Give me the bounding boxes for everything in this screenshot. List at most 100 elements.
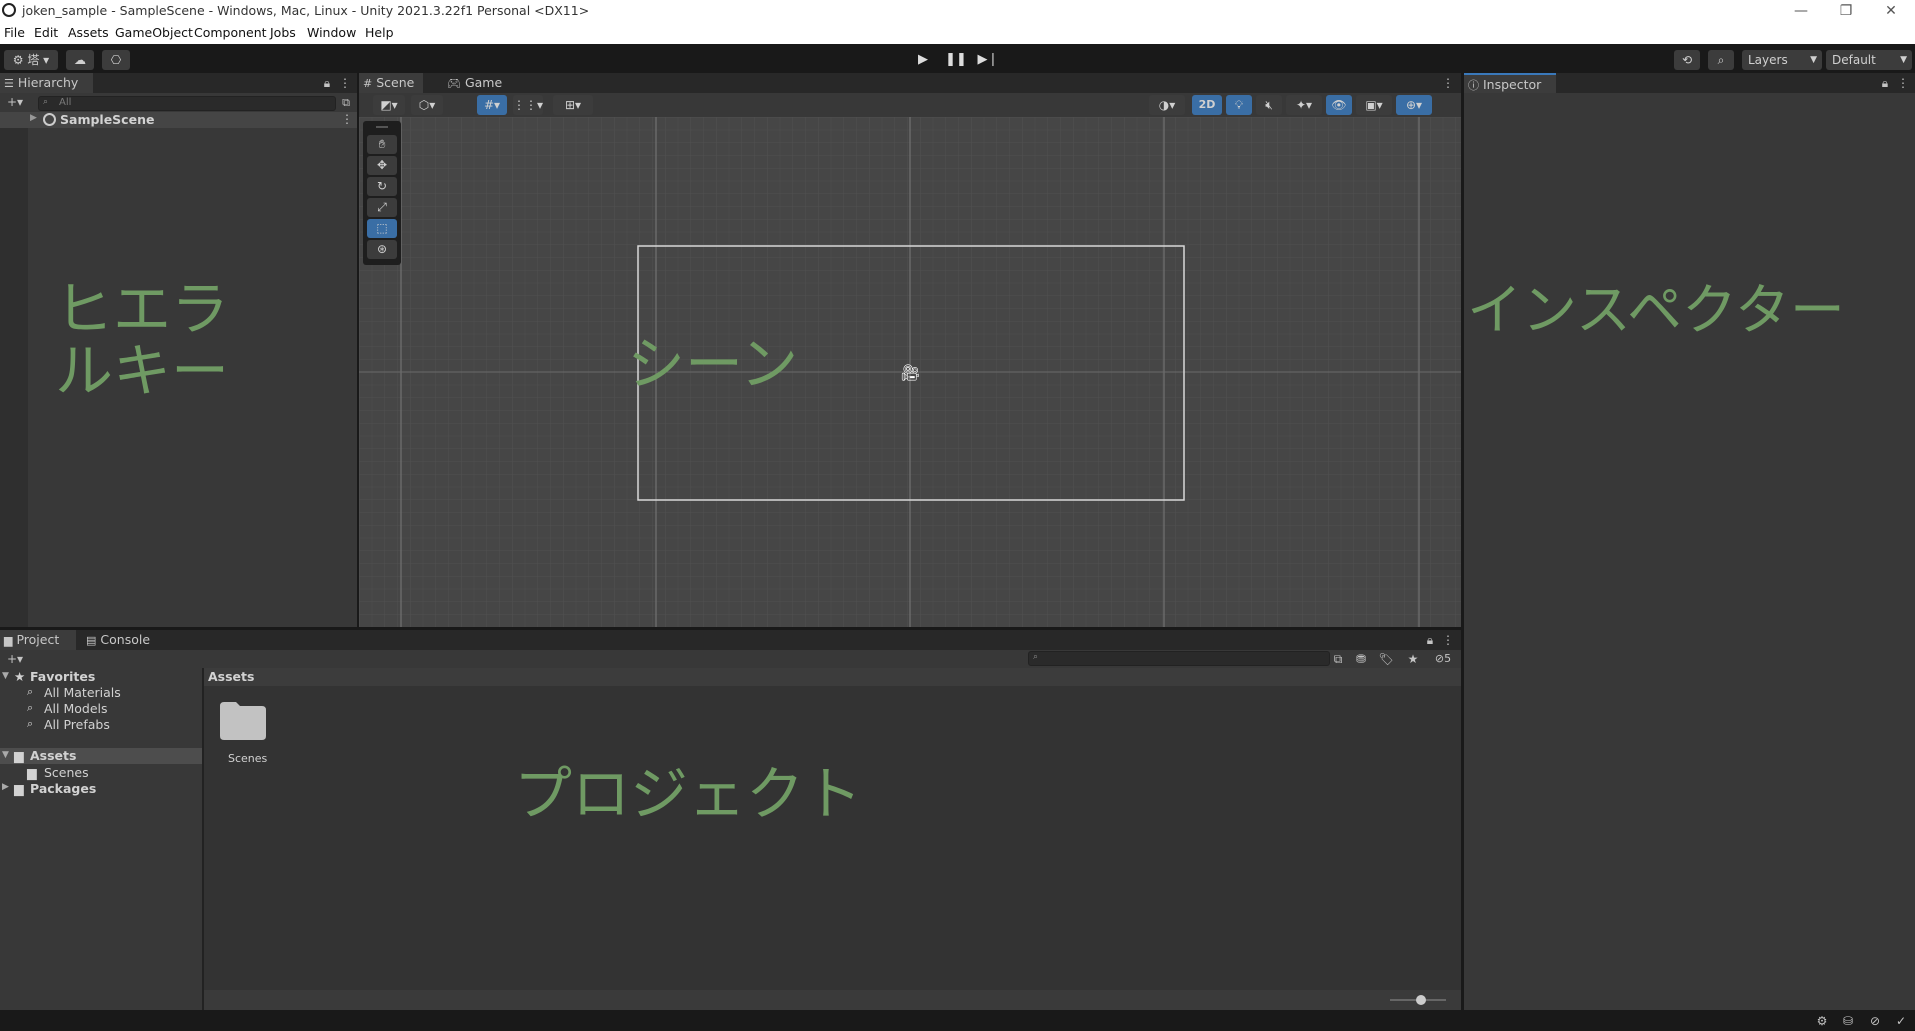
grid-toggle-icon[interactable]: #▾ [477, 95, 507, 115]
palette-grip[interactable] [376, 126, 388, 128]
shading-dropdown[interactable]: ◑▾ [1149, 95, 1185, 115]
move-tool-icon[interactable]: ✥ [367, 156, 397, 175]
menu-edit[interactable]: Edit [34, 25, 58, 40]
minimize-button[interactable]: — [1778, 0, 1824, 22]
favorite-star-icon[interactable]: ★ [1404, 650, 1422, 668]
search-icon[interactable]: ⌕ [1708, 50, 1734, 70]
lock-icon[interactable]: 🔒︎ [1421, 631, 1439, 649]
assets-tree-row[interactable]: ▼ ▆ Assets [0, 748, 202, 764]
menu-help[interactable]: Help [365, 25, 394, 40]
hierarchy-overlay-line2: ルキー [55, 337, 230, 405]
auto-generate-lighting-icon[interactable]: ⊘ [1866, 1012, 1884, 1030]
transform-tool-icon[interactable]: ⊛ [367, 240, 397, 259]
layout-label: Default [1832, 53, 1876, 67]
pause-icon[interactable]: ❚❚ [943, 49, 969, 71]
lock-icon[interactable]: 🔒︎ [1876, 74, 1894, 92]
add-object-button[interactable]: +▾ [2, 93, 28, 111]
progress-check-icon[interactable]: ✓ [1892, 1012, 1910, 1030]
hand-tool-icon[interactable]: ✋︎ [367, 135, 397, 154]
star-icon: ★ [14, 669, 26, 684]
favorite-item[interactable]: All Materials [44, 685, 121, 700]
scene-overlay-label: シーン [627, 330, 799, 398]
packages-tree-item[interactable]: Packages [30, 781, 96, 796]
layout-dropdown[interactable]: Default ▼ [1826, 50, 1912, 70]
filter-by-label-icon[interactable]: 🏷︎ [1377, 650, 1395, 668]
step-icon[interactable]: ▶❘ [975, 49, 1001, 71]
account-dropdown[interactable]: ⚙ 塔 ▾ [4, 50, 58, 70]
tab-hierarchy[interactable]: ☰ Hierarchy [0, 73, 93, 93]
kebab-menu-icon[interactable]: ⋮ [1439, 631, 1457, 649]
create-asset-button[interactable]: +▾ [2, 650, 28, 668]
bug-icon[interactable]: ⚙ [1813, 1012, 1831, 1030]
expand-arrow-icon[interactable]: ▼ [2, 750, 9, 760]
collab-icon[interactable]: ⎔ [102, 50, 130, 70]
search-options-icon[interactable]: ⧉ [337, 94, 355, 112]
menu-file[interactable]: File [4, 25, 25, 40]
kebab-menu-icon[interactable]: ⋮ [1894, 74, 1912, 92]
gizmos-dropdown[interactable]: ⊕▾ [1396, 95, 1432, 115]
camera-dropdown[interactable]: ▣▾ [1356, 95, 1392, 115]
lock-icon[interactable]: 🔒︎ [318, 74, 336, 92]
tab-console[interactable]: ▤ Console [82, 630, 162, 650]
rotate-tool-icon[interactable]: ↻ [367, 177, 397, 196]
project-search-field[interactable]: ⌕ [1028, 651, 1330, 666]
search-icon: ⌕ [27, 685, 34, 698]
increment-snap-icon[interactable]: ⊞▾ [553, 95, 593, 115]
scene-row[interactable]: ▶ SampleScene ⋮ [0, 112, 357, 128]
tab-scene[interactable]: # Scene [359, 73, 423, 93]
menu-jobs[interactable]: Jobs [270, 25, 296, 40]
layers-dropdown[interactable]: Layers ▼ [1742, 50, 1822, 70]
maximize-button[interactable]: ❐ [1823, 0, 1869, 22]
breadcrumb[interactable]: Assets [208, 669, 254, 684]
scene-name: SampleScene [60, 112, 155, 127]
scale-tool-icon[interactable]: ⤢ [367, 198, 397, 217]
hidden-packages-toggle[interactable]: ⊘5 [1428, 650, 1458, 668]
menu-gameobject[interactable]: GameObject [115, 25, 193, 40]
menu-component[interactable]: Component [194, 25, 267, 40]
zoom-slider-handle[interactable] [1416, 995, 1426, 1005]
favorite-item[interactable]: All Prefabs [44, 717, 110, 732]
project-tree: ▼ ★ Favorites ⌕ All Materials ⌕ All Mode… [0, 668, 202, 1010]
tab-project[interactable]: ▆ Project [0, 630, 76, 650]
play-icon[interactable]: ▶ [910, 49, 936, 71]
window-title-bar: joken_sample - SampleScene - Windows, Ma… [0, 0, 1915, 22]
scenes-tree-item[interactable]: Scenes [44, 765, 89, 780]
gamepad-icon: 🎮︎ [447, 77, 461, 90]
tab-game[interactable]: 🎮︎ Game [443, 73, 503, 93]
folder-item[interactable]: Scenes [218, 698, 268, 770]
tab-inspector[interactable]: ⓘ Inspector [1464, 73, 1556, 93]
snap-toggle-icon[interactable]: ⋮⋮▾ [513, 95, 543, 115]
hierarchy-search-field[interactable]: ⌕ All [38, 96, 336, 111]
lighting-toggle-icon[interactable]: 💡︎ [1226, 95, 1252, 115]
expand-arrow-icon[interactable]: ▼ [2, 671, 9, 681]
tab-inspector-label: Inspector [1482, 77, 1542, 92]
visibility-toggle-icon[interactable]: 👁︎ [1326, 95, 1352, 115]
menu-assets[interactable]: Assets [68, 25, 109, 40]
cache-server-icon[interactable]: ⛁ [1839, 1012, 1857, 1030]
folder-icon: ▆ [14, 748, 24, 763]
search-by-type-icon[interactable]: ⧉ [1329, 650, 1347, 668]
kebab-menu-icon[interactable]: ⋮ [341, 112, 353, 126]
hierarchy-list-icon: ☰ [4, 77, 14, 90]
menu-window[interactable]: Window [307, 25, 356, 40]
unity-logo-icon [2, 3, 16, 17]
favorites-header[interactable]: Favorites [30, 669, 95, 684]
cloud-icon[interactable]: ☁ [66, 50, 94, 70]
tab-game-label: Game [464, 75, 503, 90]
favorite-item[interactable]: All Models [44, 701, 108, 716]
render-mode-dropdown[interactable]: ⬡▾ [411, 95, 443, 115]
project-overlay-label: プロジェクト [514, 760, 863, 828]
effects-dropdown[interactable]: ✦▾ [1286, 95, 1322, 115]
mode-2d-toggle[interactable]: 2D [1192, 95, 1222, 115]
filter-by-type-icon[interactable]: ⛃ [1352, 650, 1370, 668]
expand-arrow-icon[interactable]: ▶ [2, 782, 9, 792]
history-icon[interactable]: ⟲ [1674, 50, 1700, 70]
draw-mode-dropdown[interactable]: ◩▾ [373, 95, 405, 115]
camera-gizmo-icon[interactable]: 🎥︎ [900, 363, 920, 382]
kebab-menu-icon[interactable]: ⋮ [1439, 74, 1457, 92]
expand-arrow-icon[interactable]: ▶ [30, 113, 37, 123]
close-button[interactable]: ✕ [1868, 0, 1914, 22]
kebab-menu-icon[interactable]: ⋮ [336, 74, 354, 92]
audio-toggle-icon[interactable]: 🔇︎ [1256, 95, 1282, 115]
rect-tool-icon[interactable]: ⬚ [367, 219, 397, 238]
